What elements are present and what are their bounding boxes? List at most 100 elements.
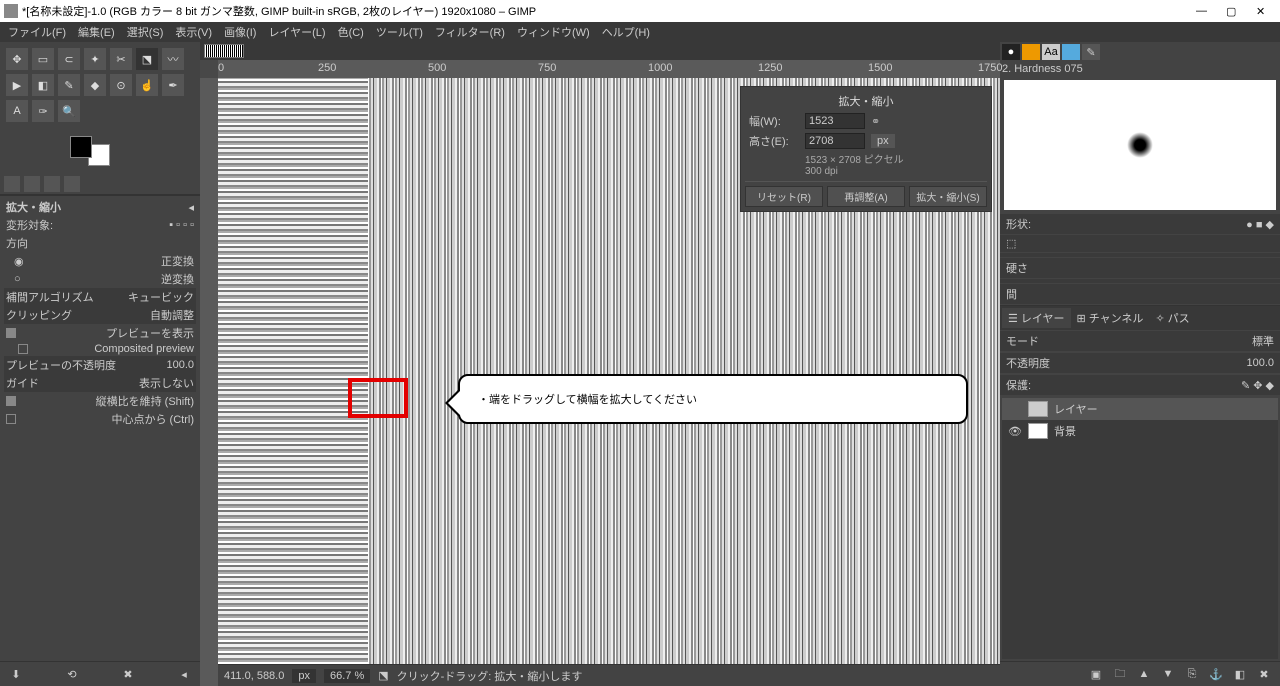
patterns-tab-icon[interactable] (1022, 44, 1040, 60)
raise-layer-icon[interactable]: ▲ (1136, 666, 1152, 682)
canvas[interactable]: 拡大・縮小 幅(W): ⚭ 高さ(E): px 1523 × 2708 ピクセル… (218, 78, 1000, 686)
left-panel: ✥ ▭ ⊂ ✦ ✂ ⬔ 〰 ▶ ◧ ✎ ◆ ⊙ ☝ ✒ A ✑ 🔍 (0, 42, 200, 686)
menu-select[interactable]: 選択(S) (123, 22, 168, 42)
close-button[interactable]: ✕ (1256, 5, 1268, 17)
scale-dialog[interactable]: 拡大・縮小 幅(W): ⚭ 高さ(E): px 1523 × 2708 ピクセル… (740, 86, 992, 212)
bucket-tool[interactable]: ▶ (6, 74, 28, 96)
tab-layers[interactable]: ☰レイヤー (1002, 308, 1071, 328)
fg-color[interactable] (70, 136, 92, 158)
horizontal-ruler: 0 250 500 750 1000 1250 1500 1750 (218, 60, 1000, 78)
menu-filters[interactable]: フィルター(R) (431, 22, 509, 42)
window-title: *[名称未設定]-1.0 (RGB カラー 8 bit ガンマ整数, GIMP … (22, 3, 536, 19)
guides-value[interactable]: 表示しない (139, 375, 194, 391)
save-options-icon[interactable]: ⬇ (8, 666, 24, 682)
path-tool[interactable]: ✒ (162, 74, 184, 96)
layer-list: レイヤー 👁 背景 (1002, 398, 1278, 659)
menu-help[interactable]: ヘルプ(H) (598, 22, 654, 42)
blend-mode-value[interactable]: 標準 (1252, 333, 1274, 349)
free-select-tool[interactable]: ⊂ (58, 48, 80, 70)
layer-name: レイヤー (1054, 401, 1098, 417)
brush-preview[interactable] (1004, 80, 1276, 210)
duplicate-layer-icon[interactable]: ⎘ (1184, 666, 1200, 682)
eraser-tool[interactable]: ◆ (84, 74, 106, 96)
scale-button[interactable]: 拡大・縮小(S) (909, 186, 987, 207)
warp-tool[interactable]: 〰 (162, 48, 184, 70)
history-tab-icon[interactable] (24, 176, 40, 192)
crop-tool[interactable]: ✂ (110, 48, 132, 70)
mask-layer-icon[interactable]: ◧ (1232, 666, 1248, 682)
move-tool[interactable]: ✥ (6, 48, 28, 70)
layer-item[interactable]: レイヤー (1002, 398, 1278, 420)
maximize-button[interactable]: ▢ (1226, 5, 1238, 17)
new-group-icon[interactable]: 🗀 (1112, 666, 1128, 682)
menu-view[interactable]: 表示(V) (171, 22, 216, 42)
layer-tabs: ☰レイヤー ⊞チャンネル ✧パス (1000, 306, 1280, 330)
width-input[interactable] (805, 113, 865, 129)
pencil-tool[interactable]: ✎ (58, 74, 80, 96)
layer-opacity-value[interactable]: 100.0 (1246, 357, 1274, 369)
lock-label: 保護: (1006, 377, 1241, 393)
options-menu-icon[interactable]: ◂ (188, 201, 194, 214)
forward-option[interactable]: 正変換 (161, 253, 194, 269)
zoom-display[interactable]: 66.7 % (324, 669, 370, 683)
text-tool[interactable]: A (6, 100, 28, 122)
menu-image[interactable]: 画像(I) (220, 22, 260, 42)
history-tab-icon[interactable] (1062, 44, 1080, 60)
reset-options-icon[interactable]: ◂ (176, 666, 192, 682)
layer-thumbnail (1028, 401, 1048, 417)
reset-button[interactable]: リセット(R) (745, 186, 823, 207)
restore-options-icon[interactable]: ⟲ (64, 666, 80, 682)
delete-layer-icon[interactable]: ✖ (1256, 666, 1272, 682)
gradient-tool[interactable]: ◧ (32, 74, 54, 96)
tool-options-title: 拡大・縮小 (6, 199, 61, 215)
menu-layer[interactable]: レイヤー(L) (264, 22, 329, 42)
image-tab[interactable] (204, 44, 244, 58)
preview-opacity-value[interactable]: 100.0 (166, 359, 194, 371)
unit-display[interactable]: px (292, 669, 316, 683)
link-icon[interactable]: ⚭ (871, 115, 880, 128)
new-layer-icon[interactable]: ▣ (1088, 666, 1104, 682)
composited-check[interactable] (18, 344, 28, 354)
interpolation-value[interactable]: キュービック (128, 289, 194, 305)
lower-layer-icon[interactable]: ▼ (1160, 666, 1176, 682)
menu-color[interactable]: 色(C) (334, 22, 368, 42)
readjust-button[interactable]: 再調整(A) (827, 186, 905, 207)
tab-paths[interactable]: ✧パス (1149, 308, 1195, 328)
radius-slider[interactable]: ⬚ (1006, 237, 1274, 250)
rect-select-tool[interactable]: ▭ (32, 48, 54, 70)
color-picker-tool[interactable]: ✑ (32, 100, 54, 122)
backward-option[interactable]: 逆変換 (161, 271, 194, 287)
keep-aspect-check[interactable] (6, 396, 16, 406)
direction-label: 方向 (6, 235, 28, 251)
menu-edit[interactable]: 編集(E) (74, 22, 119, 42)
layer-name: 背景 (1054, 423, 1076, 439)
clone-tool[interactable]: ⊙ (110, 74, 132, 96)
height-input[interactable] (805, 133, 865, 149)
tab-channels[interactable]: ⊞チャンネル (1071, 308, 1150, 328)
minimize-button[interactable]: — (1196, 5, 1208, 17)
show-preview-check[interactable] (6, 328, 16, 338)
menu-tools[interactable]: ツール(T) (372, 22, 427, 42)
menu-file[interactable]: ファイル(F) (4, 22, 70, 42)
menubar: ファイル(F) 編集(E) 選択(S) 表示(V) 画像(I) レイヤー(L) … (0, 22, 1280, 42)
tool-opts-tab-icon[interactable] (4, 176, 20, 192)
tool-preset-tab-icon[interactable]: ✎ (1082, 44, 1100, 60)
smudge-tool[interactable]: ☝ (136, 74, 158, 96)
menu-windows[interactable]: ウィンドウ(W) (513, 22, 594, 42)
fonts-tab-icon[interactable]: Aa (1042, 44, 1060, 60)
unit-select[interactable]: px (871, 134, 895, 148)
transform-tool[interactable]: ⬔ (136, 48, 158, 70)
zoom-tool[interactable]: 🔍 (58, 100, 80, 122)
merge-layer-icon[interactable]: ⚓ (1208, 666, 1224, 682)
color-selector[interactable] (70, 136, 110, 166)
clipping-value[interactable]: 自動調整 (150, 307, 194, 323)
delete-options-icon[interactable]: ✖ (120, 666, 136, 682)
layer-item[interactable]: 👁 背景 (1002, 420, 1278, 442)
images-tab-icon[interactable] (64, 176, 80, 192)
image-tab-strip (200, 42, 1000, 60)
undo-tab-icon[interactable] (44, 176, 60, 192)
visibility-icon[interactable]: 👁 (1008, 425, 1022, 438)
brushes-tab-icon[interactable]: ● (1002, 44, 1020, 60)
fuzzy-select-tool[interactable]: ✦ (84, 48, 106, 70)
from-center-check[interactable] (6, 414, 16, 424)
